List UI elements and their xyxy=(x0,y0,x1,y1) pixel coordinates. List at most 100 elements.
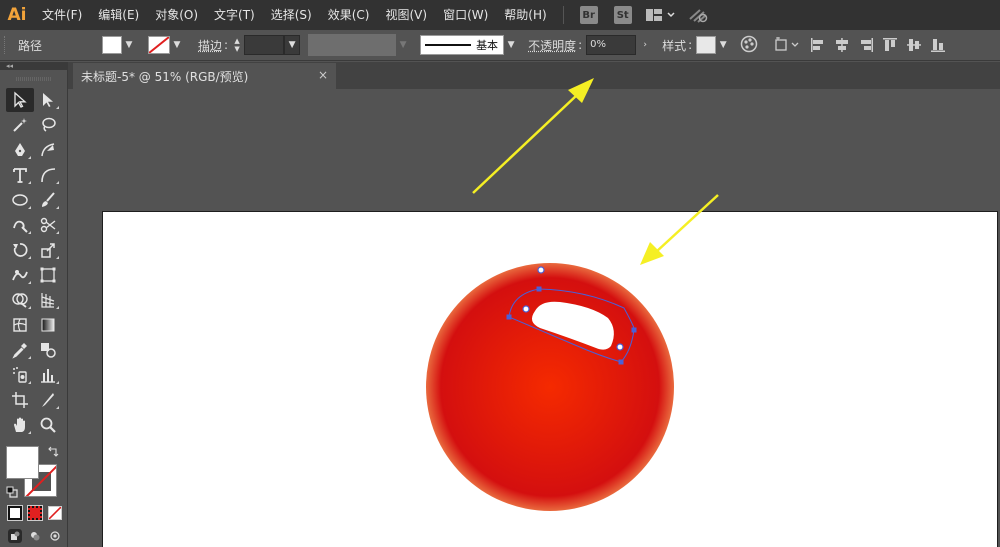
lasso-icon[interactable] xyxy=(34,113,62,137)
fill-color-box[interactable] xyxy=(6,446,39,479)
variable-width-chevron-icon[interactable]: ▼ xyxy=(396,35,410,55)
tools-panel: ◂◂ xyxy=(0,62,68,547)
mesh-icon[interactable] xyxy=(6,313,34,337)
menu-file[interactable]: 文件(F) xyxy=(34,0,90,30)
fill-swatch[interactable] xyxy=(102,36,122,54)
magic-wand-icon[interactable] xyxy=(6,113,34,137)
stroke-swatch[interactable] xyxy=(148,36,170,54)
tools-panel-grip[interactable] xyxy=(0,70,67,88)
curvature-icon[interactable] xyxy=(34,138,62,162)
none-mode-icon[interactable] xyxy=(48,506,62,520)
menu-separator xyxy=(562,6,564,24)
color-mode-buttons xyxy=(0,505,67,521)
align-buttons xyxy=(810,37,946,53)
control-bar-grip[interactable] xyxy=(4,36,10,54)
opacity-colon: : xyxy=(578,38,583,52)
zoom-icon[interactable] xyxy=(34,413,62,437)
color-mode-icon[interactable] xyxy=(7,505,23,521)
shaper-icon[interactable] xyxy=(6,213,34,237)
style-label: 样式 xyxy=(662,38,687,53)
draw-normal-icon[interactable] xyxy=(8,529,22,543)
scale-icon[interactable] xyxy=(34,238,62,262)
stroke-colon: : xyxy=(224,38,229,52)
stroke-weight-stepper[interactable]: ▲ ▼ xyxy=(230,35,244,55)
recolor-artwork-icon[interactable] xyxy=(740,35,758,56)
fill-dropdown-chevron-icon[interactable]: ▼ xyxy=(122,35,136,55)
perspective-grid-icon[interactable] xyxy=(34,288,62,312)
type-icon[interactable] xyxy=(6,163,34,187)
blend-icon[interactable] xyxy=(34,338,62,362)
tools-panel-collapse-icon[interactable]: ◂◂ xyxy=(0,62,67,70)
menu-view[interactable]: 视图(V) xyxy=(377,0,435,30)
draw-behind-icon[interactable] xyxy=(28,529,42,543)
gpu-performance-icon[interactable] xyxy=(688,7,710,23)
artboard-icon[interactable] xyxy=(6,388,34,412)
rotate-icon[interactable] xyxy=(6,238,34,262)
align-right-icon[interactable] xyxy=(858,37,874,53)
brush-profile-label: 基本 xyxy=(476,39,499,52)
align-center-horizontal-icon[interactable] xyxy=(834,37,850,53)
column-graph-icon[interactable] xyxy=(34,363,62,387)
default-fill-stroke-icon[interactable] xyxy=(6,486,18,501)
brush-profile-field[interactable]: 基本 xyxy=(420,35,505,55)
menu-edit[interactable]: 编辑(E) xyxy=(90,0,147,30)
symbol-sprayer-icon[interactable] xyxy=(6,363,34,387)
opacity-label[interactable]: 不透明度 xyxy=(528,37,576,54)
artboard[interactable] xyxy=(102,211,998,547)
bridge-button[interactable]: Br xyxy=(579,6,598,24)
document-tab-title: 未标题-5* @ 51% (RGB/预览) xyxy=(81,69,249,84)
ellipse-icon[interactable] xyxy=(6,188,34,212)
arc-icon[interactable] xyxy=(34,163,62,187)
opacity-expand-icon[interactable]: › xyxy=(638,35,652,55)
menu-window[interactable]: 窗口(W) xyxy=(435,0,496,30)
stroke-weight-input[interactable] xyxy=(244,35,285,55)
document-tab[interactable]: 未标题-5* @ 51% (RGB/预览) × xyxy=(73,63,336,89)
align-center-vertical-icon[interactable] xyxy=(906,37,922,53)
style-colon: : xyxy=(688,38,693,52)
align-top-icon[interactable] xyxy=(882,37,898,53)
menu-effect[interactable]: 效果(C) xyxy=(320,0,378,30)
variable-width-profile[interactable] xyxy=(308,34,397,56)
swap-fill-stroke-icon[interactable] xyxy=(47,446,59,461)
document-tab-strip: 未标题-5* @ 51% (RGB/预览) × xyxy=(68,62,1000,89)
align-left-icon[interactable] xyxy=(810,37,826,53)
draw-inside-icon[interactable] xyxy=(48,529,62,543)
stroke-line-preview xyxy=(425,44,472,46)
pen-icon[interactable] xyxy=(6,138,34,162)
slice-icon[interactable] xyxy=(34,388,62,412)
selection-icon[interactable] xyxy=(6,88,34,112)
canvas-area[interactable] xyxy=(68,89,1000,547)
gradient-icon[interactable] xyxy=(34,313,62,337)
brush-profile-chevron-icon[interactable]: ▼ xyxy=(504,35,518,55)
graphic-style-chevron-icon[interactable]: ▼ xyxy=(716,35,730,55)
paintbrush-icon[interactable] xyxy=(34,188,62,212)
eyedropper-icon[interactable] xyxy=(6,338,34,362)
gradient-mode-icon[interactable] xyxy=(27,505,43,521)
direct-selection-icon[interactable] xyxy=(34,88,62,112)
fill-stroke-control xyxy=(0,446,67,504)
illustrator-window: Ai 文件(F) 编辑(E) 对象(O) 文字(T) 选择(S) 效果(C) 视… xyxy=(0,0,1000,547)
stock-button[interactable]: St xyxy=(613,6,632,24)
scissors-icon[interactable] xyxy=(34,213,62,237)
menu-type[interactable]: 文字(T) xyxy=(206,0,263,30)
warp-icon[interactable] xyxy=(6,263,34,287)
close-icon[interactable]: × xyxy=(318,68,328,82)
menu-select[interactable]: 选择(S) xyxy=(263,0,320,30)
menu-help[interactable]: 帮助(H) xyxy=(496,0,554,30)
stroke-label[interactable]: 描边 xyxy=(198,37,222,54)
graphic-style-swatch[interactable] xyxy=(696,36,717,54)
align-bottom-icon[interactable] xyxy=(930,37,946,53)
stroke-dropdown-chevron-icon[interactable]: ▼ xyxy=(170,35,184,55)
shape-builder-icon[interactable] xyxy=(6,288,34,312)
menu-object[interactable]: 对象(O) xyxy=(147,0,206,30)
transform-reference-icon[interactable] xyxy=(774,35,800,56)
draw-mode-buttons xyxy=(0,529,67,543)
app-logo: Ai xyxy=(7,5,27,25)
free-transform-icon[interactable] xyxy=(34,263,62,287)
hand-icon[interactable] xyxy=(6,413,34,437)
object-type-label: 路径 xyxy=(18,38,43,53)
opacity-input[interactable]: 0% xyxy=(586,35,637,55)
menu-bar: Ai 文件(F) 编辑(E) 对象(O) 文字(T) 选择(S) 效果(C) 视… xyxy=(0,0,1000,30)
stroke-weight-dropdown-icon[interactable]: ▼ xyxy=(284,35,301,55)
workspace-layout-icon[interactable] xyxy=(645,8,676,22)
